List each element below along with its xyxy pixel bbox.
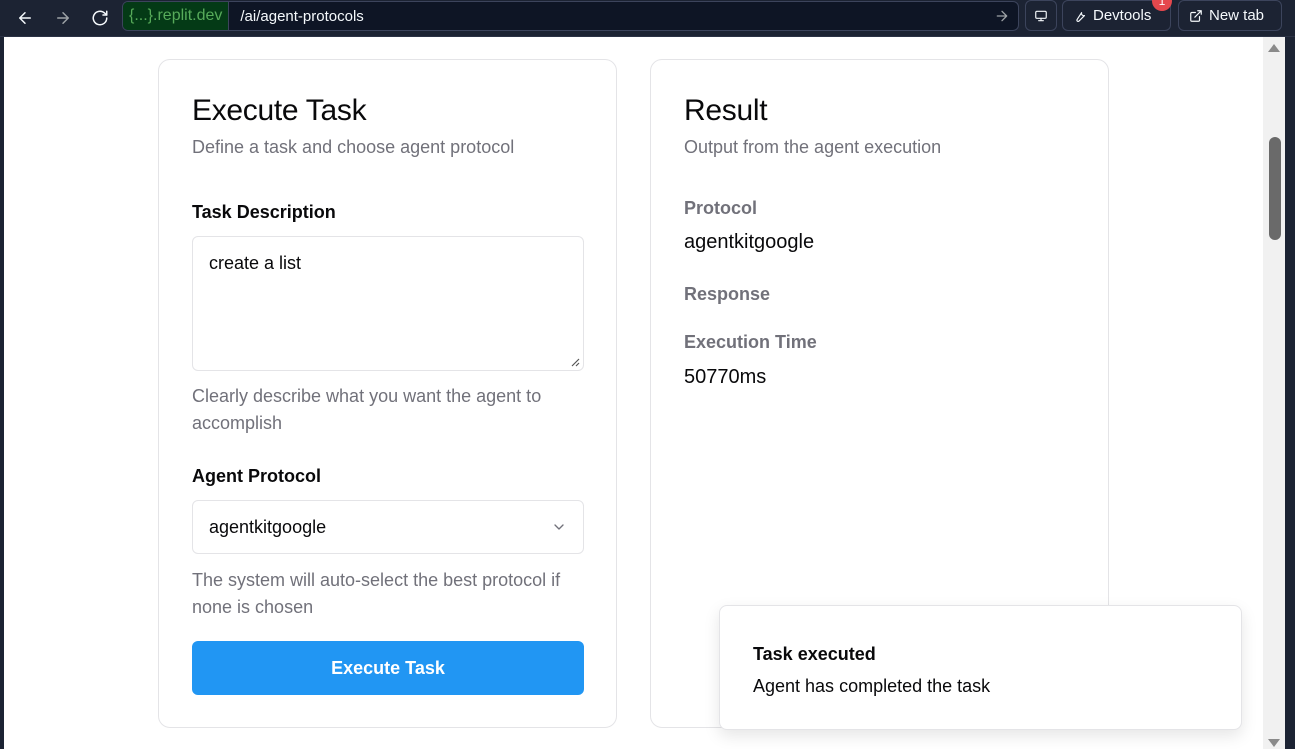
scroll-up-arrow-icon[interactable]: [1268, 44, 1280, 52]
forward-arrow-icon[interactable]: [50, 5, 76, 31]
card-title: Result: [684, 94, 768, 127]
scroll-thumb[interactable]: [1269, 137, 1281, 240]
address-bar[interactable]: {...}.replit.dev /ai/agent-protocols: [122, 1, 1019, 31]
protocol-value: agentkitgoogle: [684, 231, 815, 253]
agent-protocol-label: Agent Protocol: [192, 466, 321, 486]
card-title: Execute Task: [192, 94, 367, 127]
frame-border-right: [1285, 37, 1295, 749]
chevron-down-icon: [554, 524, 564, 530]
protocol-helper-text: The system will auto-select the best pro…: [192, 570, 561, 617]
back-arrow-icon[interactable]: [12, 5, 38, 31]
toast-title: Task executed: [753, 644, 876, 664]
card-subtitle: Output from the agent execution: [684, 137, 942, 157]
new-tab-label: New tab: [1209, 7, 1265, 24]
scroll-down-arrow-icon[interactable]: [1268, 739, 1280, 747]
external-link-icon: [1190, 9, 1202, 22]
toast-notification[interactable]: Task executed Agent has completed the ta…: [719, 605, 1242, 730]
preview-device-button[interactable]: [1025, 0, 1057, 31]
wrench-icon: [1076, 11, 1086, 22]
url-path: /ai/agent-protocols: [240, 7, 364, 25]
new-tab-button[interactable]: New tab: [1178, 0, 1282, 31]
resize-grip-icon[interactable]: [570, 357, 580, 367]
notification-badge: 1: [1152, 0, 1172, 11]
execution-time-label: Execution Time: [684, 332, 817, 352]
select-value: agentkitgoogle: [209, 516, 327, 537]
agent-protocol-select[interactable]: agentkitgoogle: [192, 500, 584, 554]
task-description-input[interactable]: create a list: [192, 236, 584, 371]
browser-toolbar: {...}.replit.dev /ai/agent-protocols Dev…: [0, 0, 1295, 37]
task-description-label: Task Description: [192, 202, 336, 222]
devtools-button[interactable]: Devtools 1: [1062, 0, 1172, 31]
url-host: {...}.replit.dev: [123, 2, 230, 30]
frame-border-left: [0, 37, 4, 749]
page-scrollbar[interactable]: [1263, 37, 1285, 749]
execute-task-card: Execute Task Define a task and choose ag…: [158, 59, 617, 728]
reload-icon[interactable]: [87, 5, 113, 31]
card-subtitle: Define a task and choose agent protocol: [192, 137, 515, 157]
go-arrow-icon[interactable]: [994, 8, 1010, 24]
task-helper-text: Clearly describe what you want the agent…: [192, 386, 542, 433]
execution-time-value: 50770ms: [684, 366, 767, 388]
toast-description: Agent has completed the task: [753, 676, 991, 696]
execute-task-button[interactable]: Execute Task: [192, 641, 584, 695]
devtools-label: Devtools: [1093, 7, 1152, 24]
monitor-icon: [1035, 10, 1047, 21]
protocol-label: Protocol: [684, 198, 758, 218]
response-label: Response: [684, 284, 771, 304]
